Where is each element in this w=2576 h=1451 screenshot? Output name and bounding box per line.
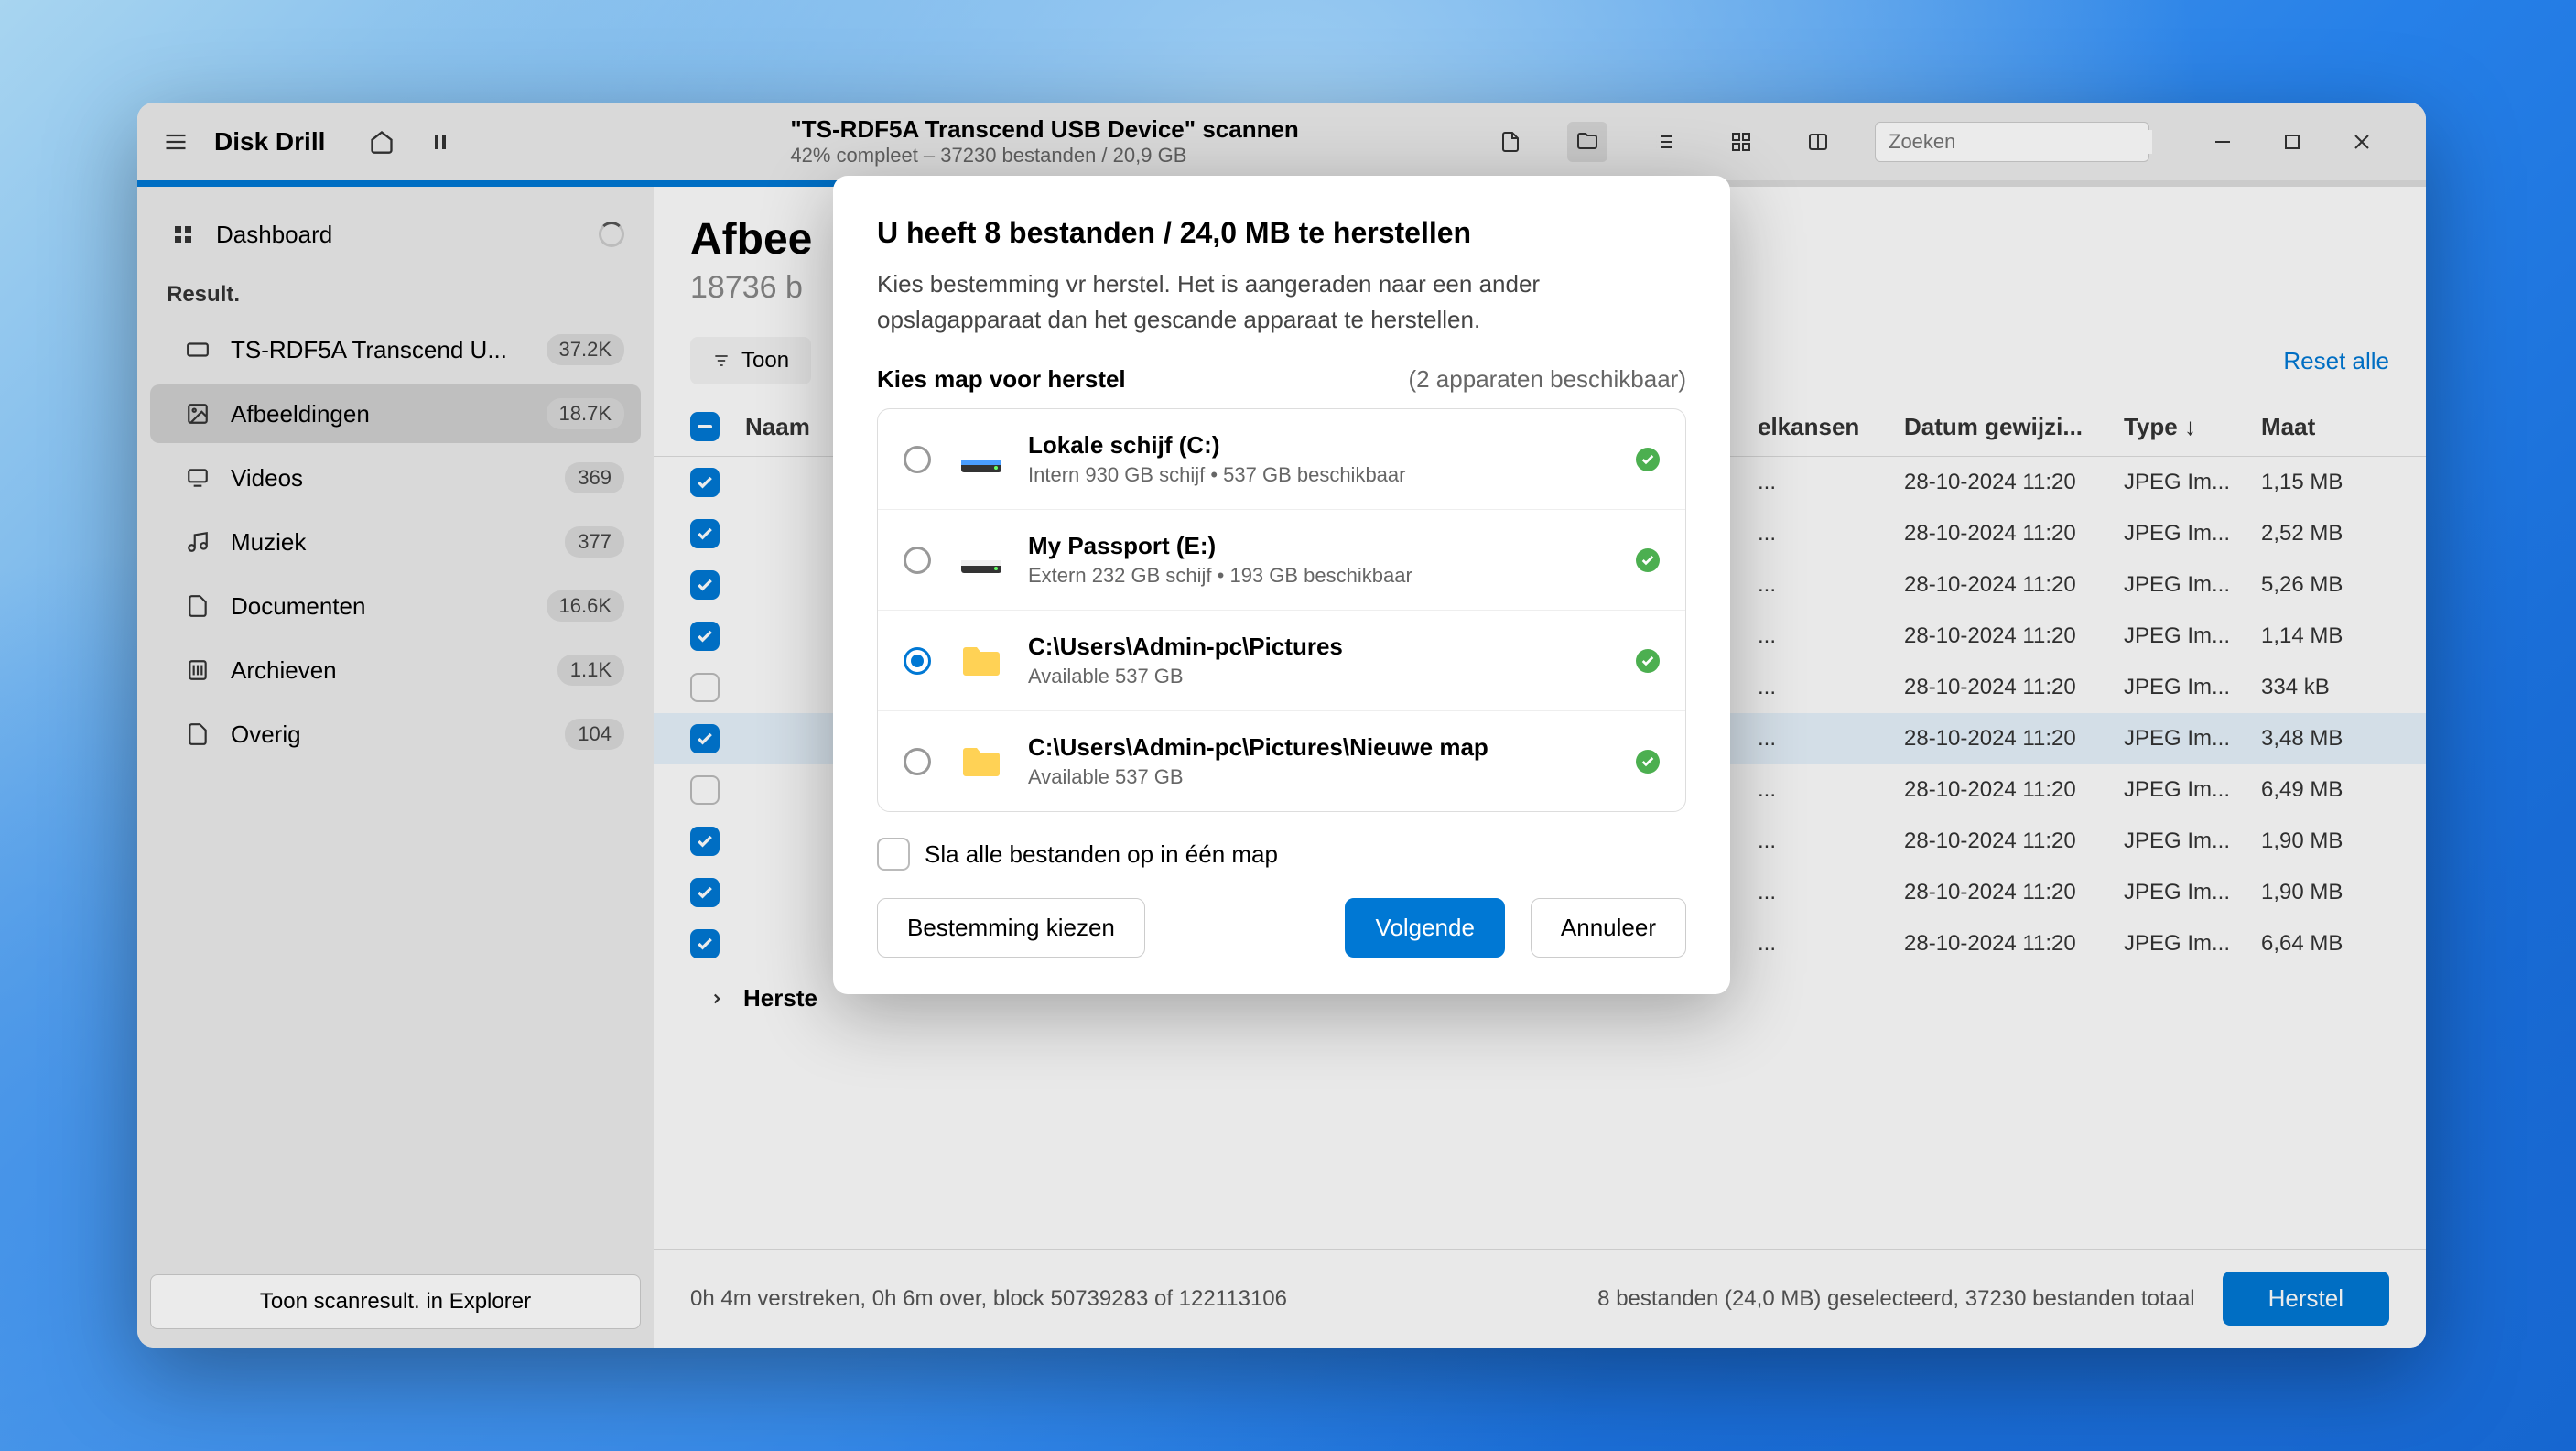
drive-icon — [958, 437, 1004, 482]
status-ok-icon — [1636, 448, 1660, 471]
modal-device-count: (2 apparaten beschikbaar) — [1408, 365, 1686, 394]
next-button[interactable]: Volgende — [1345, 898, 1504, 958]
destination-option-0[interactable]: Lokale schijf (C:)Intern 930 GB schijf •… — [878, 409, 1685, 510]
status-ok-icon — [1636, 750, 1660, 774]
recovery-destination-modal: U heeft 8 bestanden / 24,0 MB te herstel… — [833, 176, 1730, 994]
drive-icon — [958, 537, 1004, 583]
destination-radio[interactable] — [904, 547, 931, 574]
cancel-button[interactable]: Annuleer — [1531, 898, 1686, 958]
modal-overlay: U heeft 8 bestanden / 24,0 MB te herstel… — [137, 103, 2426, 1348]
single-folder-option[interactable]: Sla alle bestanden op in één map — [877, 838, 1686, 871]
modal-title: U heeft 8 bestanden / 24,0 MB te herstel… — [877, 216, 1686, 250]
destination-radio[interactable] — [904, 446, 931, 473]
folder-icon — [958, 739, 1004, 785]
destination-option-2[interactable]: C:\Users\Admin-pc\PicturesAvailable 537 … — [878, 611, 1685, 711]
destination-list: Lokale schijf (C:)Intern 930 GB schijf •… — [877, 408, 1686, 812]
destination-option-3[interactable]: C:\Users\Admin-pc\Pictures\Nieuwe mapAva… — [878, 711, 1685, 811]
status-ok-icon — [1636, 548, 1660, 572]
folder-icon — [958, 638, 1004, 684]
destination-option-1[interactable]: My Passport (E:)Extern 232 GB schijf • 1… — [878, 510, 1685, 611]
app-window: Disk Drill "TS-RDF5A Transcend USB Devic… — [137, 103, 2426, 1348]
destination-radio[interactable] — [904, 748, 931, 775]
status-ok-icon — [1636, 649, 1660, 673]
modal-description: Kies bestemming vr herstel. Het is aange… — [877, 266, 1686, 338]
single-folder-checkbox[interactable] — [877, 838, 910, 871]
modal-subheading: Kies map voor herstel — [877, 365, 1126, 394]
destination-radio[interactable] — [904, 647, 931, 675]
choose-destination-button[interactable]: Bestemming kiezen — [877, 898, 1145, 958]
